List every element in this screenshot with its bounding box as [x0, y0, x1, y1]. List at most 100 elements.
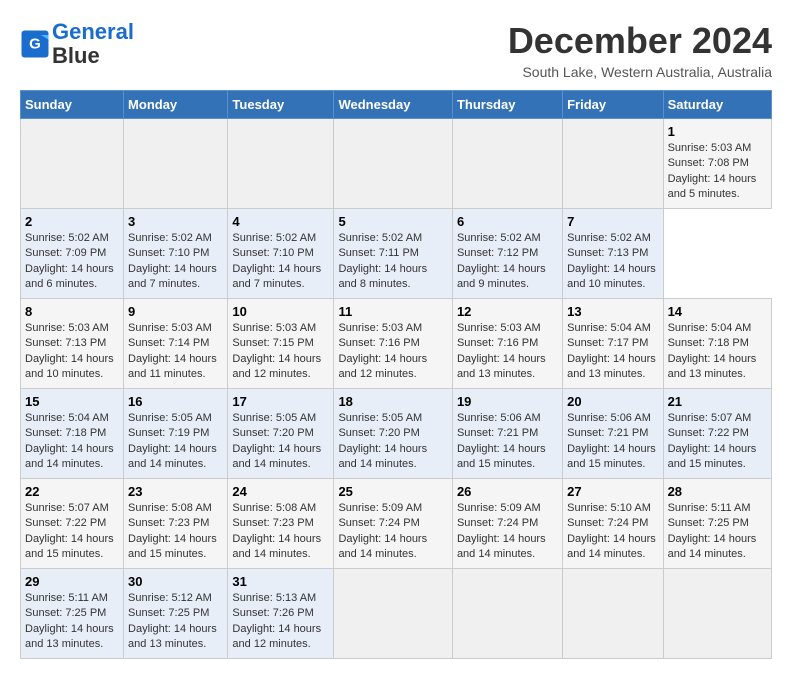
- calendar-week-row: 15Sunrise: 5:04 AM Sunset: 7:18 PM Dayli…: [21, 389, 772, 479]
- day-info: Sunrise: 5:12 AM Sunset: 7:25 PM Dayligh…: [128, 591, 223, 653]
- day-number: 9: [128, 304, 223, 319]
- day-number: 8: [25, 304, 119, 319]
- calendar-day: 31Sunrise: 5:13 AM Sunset: 7:26 PM Dayli…: [228, 569, 334, 659]
- day-number: 29: [25, 574, 119, 589]
- day-number: 25: [338, 484, 448, 499]
- day-info: Sunrise: 5:04 AM Sunset: 7:18 PM Dayligh…: [668, 321, 767, 383]
- day-number: 13: [567, 304, 658, 319]
- day-number: 20: [567, 394, 658, 409]
- calendar-day: 22 Sunrise: 5:07 AM Sunset: 7:22 PM Dayli…: [21, 479, 124, 569]
- logo-text: General Blue: [52, 20, 134, 68]
- day-number: 12: [457, 304, 558, 319]
- day-number: 3: [128, 214, 223, 229]
- calendar-day: 10 Sunrise: 5:03 AM Sunset: 7:15 PM Dayli…: [228, 299, 334, 389]
- calendar-table: SundayMondayTuesdayWednesdayThursdayFrid…: [20, 90, 772, 659]
- calendar-header-row: SundayMondayTuesdayWednesdayThursdayFrid…: [21, 91, 772, 119]
- day-info: Sunrise: 5:08 AM Sunset: 7:23 PM Dayligh…: [128, 501, 223, 563]
- calendar-day: 18 Sunrise: 5:05 AM Sunset: 7:20 PM Dayli…: [334, 389, 453, 479]
- day-number: 5: [338, 214, 448, 229]
- day-number: 27: [567, 484, 658, 499]
- calendar-day: 29 Sunrise: 5:11 AM Sunset: 7:25 PM Dayli…: [21, 569, 124, 659]
- svg-text:G: G: [29, 36, 41, 53]
- day-number: 7: [567, 214, 658, 229]
- calendar-week-row: 2 Sunrise: 5:02 AM Sunset: 7:09 PM Daylig…: [21, 209, 772, 299]
- day-number: 26: [457, 484, 558, 499]
- calendar-day: 3 Sunrise: 5:02 AM Sunset: 7:10 PM Daylig…: [124, 209, 228, 299]
- day-info: Sunrise: 5:09 AM Sunset: 7:24 PM Dayligh…: [457, 501, 558, 563]
- day-info: Sunrise: 5:03 AM Sunset: 7:15 PM Dayligh…: [232, 321, 329, 383]
- header-thursday: Thursday: [452, 91, 562, 119]
- logo-icon: G: [20, 29, 50, 59]
- title-block: December 2024 South Lake, Western Austra…: [508, 20, 772, 80]
- calendar-day: 30 Sunrise: 5:12 AM Sunset: 7:25 PM Dayli…: [124, 569, 228, 659]
- calendar-day: 27Sunrise: 5:10 AM Sunset: 7:24 PM Dayli…: [563, 479, 663, 569]
- day-number: 18: [338, 394, 448, 409]
- day-info: Sunrise: 5:09 AM Sunset: 7:24 PM Dayligh…: [338, 501, 448, 563]
- page-header: G General Blue December 2024 South Lake,…: [20, 20, 772, 80]
- calendar-week-row: 1 Sunrise: 5:03 AM Sunset: 7:08 PM Daylig…: [21, 119, 772, 209]
- calendar-day: 16Sunrise: 5:05 AM Sunset: 7:19 PM Dayli…: [124, 389, 228, 479]
- day-number: 10: [232, 304, 329, 319]
- day-number: 11: [338, 304, 448, 319]
- calendar-day: 24 Sunrise: 5:08 AM Sunset: 7:23 PM Dayli…: [228, 479, 334, 569]
- day-info: Sunrise: 5:02 AM Sunset: 7:10 PM Dayligh…: [128, 231, 223, 293]
- day-info: Sunrise: 5:07 AM Sunset: 7:22 PM Dayligh…: [25, 501, 119, 563]
- day-number: 15: [25, 394, 119, 409]
- day-info: Sunrise: 5:02 AM Sunset: 7:13 PM Dayligh…: [567, 231, 658, 293]
- day-number: 23: [128, 484, 223, 499]
- calendar-day: 13 Sunrise: 5:04 AM Sunset: 7:17 PM Dayli…: [563, 299, 663, 389]
- empty-cell: [563, 119, 663, 209]
- day-info: Sunrise: 5:02 AM Sunset: 7:12 PM Dayligh…: [457, 231, 558, 293]
- calendar-day: 21Sunrise: 5:07 AM Sunset: 7:22 PM Dayli…: [663, 389, 771, 479]
- day-number: 6: [457, 214, 558, 229]
- logo: G General Blue: [20, 20, 134, 68]
- header-monday: Monday: [124, 91, 228, 119]
- day-info: Sunrise: 5:05 AM Sunset: 7:20 PM Dayligh…: [232, 411, 329, 473]
- calendar-day: 28 Sunrise: 5:11 AM Sunset: 7:25 PM Dayli…: [663, 479, 771, 569]
- calendar-day: 2 Sunrise: 5:02 AM Sunset: 7:09 PM Daylig…: [21, 209, 124, 299]
- day-number: 14: [668, 304, 767, 319]
- day-number: 4: [232, 214, 329, 229]
- day-number: 28: [668, 484, 767, 499]
- day-info: Sunrise: 5:02 AM Sunset: 7:11 PM Dayligh…: [338, 231, 448, 293]
- calendar-day: 14 Sunrise: 5:04 AM Sunset: 7:18 PM Dayli…: [663, 299, 771, 389]
- day-info: Sunrise: 5:13 AM Sunset: 7:26 PM Dayligh…: [232, 591, 329, 653]
- calendar-week-row: 22 Sunrise: 5:07 AM Sunset: 7:22 PM Dayli…: [21, 479, 772, 569]
- empty-cell: [334, 119, 453, 209]
- calendar-day: 19Sunrise: 5:06 AM Sunset: 7:21 PM Dayli…: [452, 389, 562, 479]
- calendar-day: 11 Sunrise: 5:03 AM Sunset: 7:16 PM Dayli…: [334, 299, 453, 389]
- empty-cell: [334, 569, 453, 659]
- calendar-day: 17Sunrise: 5:05 AM Sunset: 7:20 PM Dayli…: [228, 389, 334, 479]
- empty-cell: [452, 119, 562, 209]
- calendar-week-row: 8Sunrise: 5:03 AM Sunset: 7:13 PM Daylig…: [21, 299, 772, 389]
- day-info: Sunrise: 5:05 AM Sunset: 7:20 PM Dayligh…: [338, 411, 448, 473]
- header-saturday: Saturday: [663, 91, 771, 119]
- day-info: Sunrise: 5:08 AM Sunset: 7:23 PM Dayligh…: [232, 501, 329, 563]
- location-subtitle: South Lake, Western Australia, Australia: [508, 64, 772, 80]
- day-info: Sunrise: 5:04 AM Sunset: 7:17 PM Dayligh…: [567, 321, 658, 383]
- day-info: Sunrise: 5:11 AM Sunset: 7:25 PM Dayligh…: [668, 501, 767, 563]
- calendar-day: 9 Sunrise: 5:03 AM Sunset: 7:14 PM Daylig…: [124, 299, 228, 389]
- empty-cell: [21, 119, 124, 209]
- day-info: Sunrise: 5:03 AM Sunset: 7:08 PM Dayligh…: [668, 141, 767, 203]
- calendar-day: 5 Sunrise: 5:02 AM Sunset: 7:11 PM Daylig…: [334, 209, 453, 299]
- day-info: Sunrise: 5:03 AM Sunset: 7:14 PM Dayligh…: [128, 321, 223, 383]
- day-number: 1: [668, 124, 767, 139]
- calendar-day: 15Sunrise: 5:04 AM Sunset: 7:18 PM Dayli…: [21, 389, 124, 479]
- day-info: Sunrise: 5:06 AM Sunset: 7:21 PM Dayligh…: [457, 411, 558, 473]
- empty-cell: [663, 569, 771, 659]
- calendar-day: 8Sunrise: 5:03 AM Sunset: 7:13 PM Daylig…: [21, 299, 124, 389]
- day-info: Sunrise: 5:03 AM Sunset: 7:16 PM Dayligh…: [338, 321, 448, 383]
- day-info: Sunrise: 5:07 AM Sunset: 7:22 PM Dayligh…: [668, 411, 767, 473]
- calendar-day: 7 Sunrise: 5:02 AM Sunset: 7:13 PM Daylig…: [563, 209, 663, 299]
- calendar-day: 26 Sunrise: 5:09 AM Sunset: 7:24 PM Dayli…: [452, 479, 562, 569]
- day-info: Sunrise: 5:11 AM Sunset: 7:25 PM Dayligh…: [25, 591, 119, 653]
- day-number: 2: [25, 214, 119, 229]
- day-number: 24: [232, 484, 329, 499]
- calendar-day: 23 Sunrise: 5:08 AM Sunset: 7:23 PM Dayli…: [124, 479, 228, 569]
- day-info: Sunrise: 5:02 AM Sunset: 7:09 PM Dayligh…: [25, 231, 119, 293]
- calendar-day: 25 Sunrise: 5:09 AM Sunset: 7:24 PM Dayli…: [334, 479, 453, 569]
- calendar-day: 20Sunrise: 5:06 AM Sunset: 7:21 PM Dayli…: [563, 389, 663, 479]
- day-number: 30: [128, 574, 223, 589]
- day-number: 22: [25, 484, 119, 499]
